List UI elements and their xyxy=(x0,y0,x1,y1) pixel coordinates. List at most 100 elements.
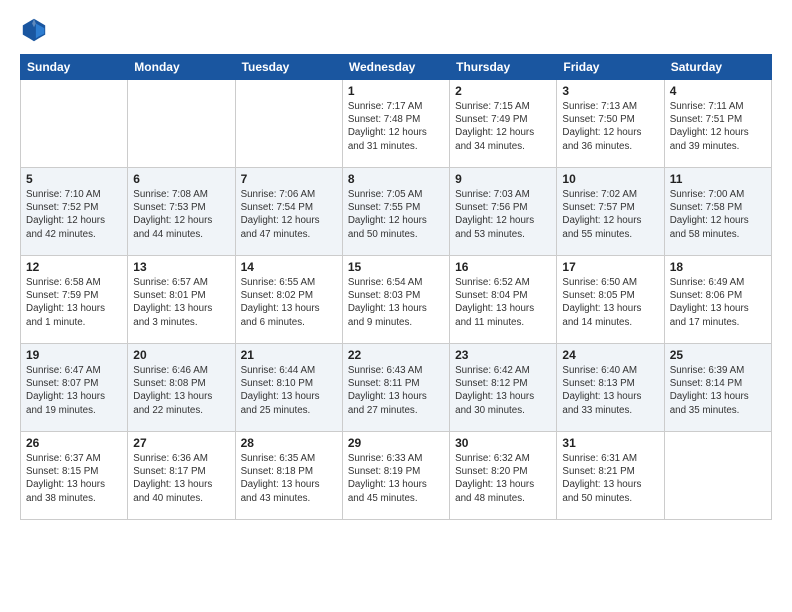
page: SundayMondayTuesdayWednesdayThursdayFrid… xyxy=(0,0,792,612)
day-info: Sunrise: 6:42 AM Sunset: 8:12 PM Dayligh… xyxy=(455,364,551,417)
week-row-2: 5 Sunrise: 7:10 AM Sunset: 7:52 PM Daylig… xyxy=(21,168,772,256)
day-info: Sunrise: 6:55 AM Sunset: 8:02 PM Dayligh… xyxy=(241,276,337,329)
day-info: Sunrise: 7:15 AM Sunset: 7:49 PM Dayligh… xyxy=(455,100,551,153)
day-info: Sunrise: 7:03 AM Sunset: 7:56 PM Dayligh… xyxy=(455,188,551,241)
day-number: 14 xyxy=(241,260,337,274)
day-info: Sunrise: 6:54 AM Sunset: 8:03 PM Dayligh… xyxy=(348,276,444,329)
day-info: Sunrise: 6:47 AM Sunset: 8:07 PM Dayligh… xyxy=(26,364,122,417)
day-number: 3 xyxy=(562,84,658,98)
calendar-cell: 10 Sunrise: 7:02 AM Sunset: 7:57 PM Dayli… xyxy=(557,168,664,256)
day-info: Sunrise: 6:39 AM Sunset: 8:14 PM Dayligh… xyxy=(670,364,766,417)
day-number: 15 xyxy=(348,260,444,274)
day-number: 6 xyxy=(133,172,229,186)
week-row-3: 12 Sunrise: 6:58 AM Sunset: 7:59 PM Dayli… xyxy=(21,256,772,344)
day-info: Sunrise: 7:00 AM Sunset: 7:58 PM Dayligh… xyxy=(670,188,766,241)
calendar-cell: 20 Sunrise: 6:46 AM Sunset: 8:08 PM Dayli… xyxy=(128,344,235,432)
day-number: 21 xyxy=(241,348,337,362)
calendar-cell: 30 Sunrise: 6:32 AM Sunset: 8:20 PM Dayli… xyxy=(450,432,557,520)
day-info: Sunrise: 6:50 AM Sunset: 8:05 PM Dayligh… xyxy=(562,276,658,329)
day-number: 1 xyxy=(348,84,444,98)
calendar-cell: 5 Sunrise: 7:10 AM Sunset: 7:52 PM Daylig… xyxy=(21,168,128,256)
day-info: Sunrise: 6:44 AM Sunset: 8:10 PM Dayligh… xyxy=(241,364,337,417)
weekday-header-friday: Friday xyxy=(557,55,664,80)
calendar-cell: 6 Sunrise: 7:08 AM Sunset: 7:53 PM Daylig… xyxy=(128,168,235,256)
day-number: 30 xyxy=(455,436,551,450)
calendar-cell: 18 Sunrise: 6:49 AM Sunset: 8:06 PM Dayli… xyxy=(664,256,771,344)
calendar-cell: 17 Sunrise: 6:50 AM Sunset: 8:05 PM Dayli… xyxy=(557,256,664,344)
weekday-header-sunday: Sunday xyxy=(21,55,128,80)
calendar-cell: 19Sunrise: 6:47 AM Sunset: 8:07 PM Dayli… xyxy=(21,344,128,432)
day-info: Sunrise: 6:58 AM Sunset: 7:59 PM Dayligh… xyxy=(26,276,122,329)
weekday-header-wednesday: Wednesday xyxy=(342,55,449,80)
day-info: Sunrise: 6:33 AM Sunset: 8:19 PM Dayligh… xyxy=(348,452,444,505)
day-number: 17 xyxy=(562,260,658,274)
calendar-cell: 26Sunrise: 6:37 AM Sunset: 8:15 PM Dayli… xyxy=(21,432,128,520)
day-info: Sunrise: 6:37 AM Sunset: 8:15 PM Dayligh… xyxy=(26,452,122,505)
day-number: 18 xyxy=(670,260,766,274)
day-info: Sunrise: 6:49 AM Sunset: 8:06 PM Dayligh… xyxy=(670,276,766,329)
calendar-cell: 7 Sunrise: 7:06 AM Sunset: 7:54 PM Daylig… xyxy=(235,168,342,256)
calendar-cell xyxy=(128,80,235,168)
calendar-cell xyxy=(664,432,771,520)
day-number: 12 xyxy=(26,260,122,274)
day-number: 8 xyxy=(348,172,444,186)
calendar-cell: 21 Sunrise: 6:44 AM Sunset: 8:10 PM Dayli… xyxy=(235,344,342,432)
day-info: Sunrise: 7:06 AM Sunset: 7:54 PM Dayligh… xyxy=(241,188,337,241)
calendar-cell: 2 Sunrise: 7:15 AM Sunset: 7:49 PM Daylig… xyxy=(450,80,557,168)
day-number: 23 xyxy=(455,348,551,362)
day-number: 31 xyxy=(562,436,658,450)
day-info: Sunrise: 7:02 AM Sunset: 7:57 PM Dayligh… xyxy=(562,188,658,241)
calendar-cell: 27 Sunrise: 6:36 AM Sunset: 8:17 PM Dayli… xyxy=(128,432,235,520)
calendar-cell: 15 Sunrise: 6:54 AM Sunset: 8:03 PM Dayli… xyxy=(342,256,449,344)
calendar-cell: 12 Sunrise: 6:58 AM Sunset: 7:59 PM Dayli… xyxy=(21,256,128,344)
day-info: Sunrise: 6:31 AM Sunset: 8:21 PM Dayligh… xyxy=(562,452,658,505)
day-number: 27 xyxy=(133,436,229,450)
calendar-cell: 9Sunrise: 7:03 AM Sunset: 7:56 PM Daylig… xyxy=(450,168,557,256)
day-number: 13 xyxy=(133,260,229,274)
calendar-cell: 13 Sunrise: 6:57 AM Sunset: 8:01 PM Dayli… xyxy=(128,256,235,344)
day-info: Sunrise: 6:57 AM Sunset: 8:01 PM Dayligh… xyxy=(133,276,229,329)
calendar-cell: 23 Sunrise: 6:42 AM Sunset: 8:12 PM Dayli… xyxy=(450,344,557,432)
day-number: 25 xyxy=(670,348,766,362)
calendar-cell: 3 Sunrise: 7:13 AM Sunset: 7:50 PM Daylig… xyxy=(557,80,664,168)
calendar-cell: 11 Sunrise: 7:00 AM Sunset: 7:58 PM Dayli… xyxy=(664,168,771,256)
day-info: Sunrise: 6:40 AM Sunset: 8:13 PM Dayligh… xyxy=(562,364,658,417)
calendar-cell: 1 Sunrise: 7:17 AM Sunset: 7:48 PM Daylig… xyxy=(342,80,449,168)
day-number: 20 xyxy=(133,348,229,362)
calendar-cell: 14 Sunrise: 6:55 AM Sunset: 8:02 PM Dayli… xyxy=(235,256,342,344)
calendar-cell: 31 Sunrise: 6:31 AM Sunset: 8:21 PM Dayli… xyxy=(557,432,664,520)
weekday-header-tuesday: Tuesday xyxy=(235,55,342,80)
day-info: Sunrise: 7:13 AM Sunset: 7:50 PM Dayligh… xyxy=(562,100,658,153)
day-number: 24 xyxy=(562,348,658,362)
day-number: 11 xyxy=(670,172,766,186)
day-number: 5 xyxy=(26,172,122,186)
weekday-header-row: SundayMondayTuesdayWednesdayThursdayFrid… xyxy=(21,55,772,80)
day-info: Sunrise: 7:10 AM Sunset: 7:52 PM Dayligh… xyxy=(26,188,122,241)
day-info: Sunrise: 6:32 AM Sunset: 8:20 PM Dayligh… xyxy=(455,452,551,505)
day-number: 7 xyxy=(241,172,337,186)
day-info: Sunrise: 6:52 AM Sunset: 8:04 PM Dayligh… xyxy=(455,276,551,329)
calendar-cell: 24 Sunrise: 6:40 AM Sunset: 8:13 PM Dayli… xyxy=(557,344,664,432)
day-info: Sunrise: 7:11 AM Sunset: 7:51 PM Dayligh… xyxy=(670,100,766,153)
weekday-header-monday: Monday xyxy=(128,55,235,80)
day-info: Sunrise: 6:46 AM Sunset: 8:08 PM Dayligh… xyxy=(133,364,229,417)
day-number: 16 xyxy=(455,260,551,274)
header xyxy=(20,16,772,44)
logo-icon xyxy=(20,16,48,44)
calendar-cell: 16 Sunrise: 6:52 AM Sunset: 8:04 PM Dayli… xyxy=(450,256,557,344)
day-number: 10 xyxy=(562,172,658,186)
week-row-4: 19Sunrise: 6:47 AM Sunset: 8:07 PM Dayli… xyxy=(21,344,772,432)
weekday-header-saturday: Saturday xyxy=(664,55,771,80)
calendar-cell: 4Sunrise: 7:11 AM Sunset: 7:51 PM Daylig… xyxy=(664,80,771,168)
day-number: 28 xyxy=(241,436,337,450)
day-info: Sunrise: 7:08 AM Sunset: 7:53 PM Dayligh… xyxy=(133,188,229,241)
calendar-cell: 8Sunrise: 7:05 AM Sunset: 7:55 PM Daylig… xyxy=(342,168,449,256)
weekday-header-thursday: Thursday xyxy=(450,55,557,80)
calendar-table: SundayMondayTuesdayWednesdayThursdayFrid… xyxy=(20,54,772,520)
day-info: Sunrise: 6:36 AM Sunset: 8:17 PM Dayligh… xyxy=(133,452,229,505)
day-info: Sunrise: 7:17 AM Sunset: 7:48 PM Dayligh… xyxy=(348,100,444,153)
day-info: Sunrise: 6:43 AM Sunset: 8:11 PM Dayligh… xyxy=(348,364,444,417)
calendar-cell xyxy=(235,80,342,168)
calendar-cell: 29Sunrise: 6:33 AM Sunset: 8:19 PM Dayli… xyxy=(342,432,449,520)
day-number: 2 xyxy=(455,84,551,98)
